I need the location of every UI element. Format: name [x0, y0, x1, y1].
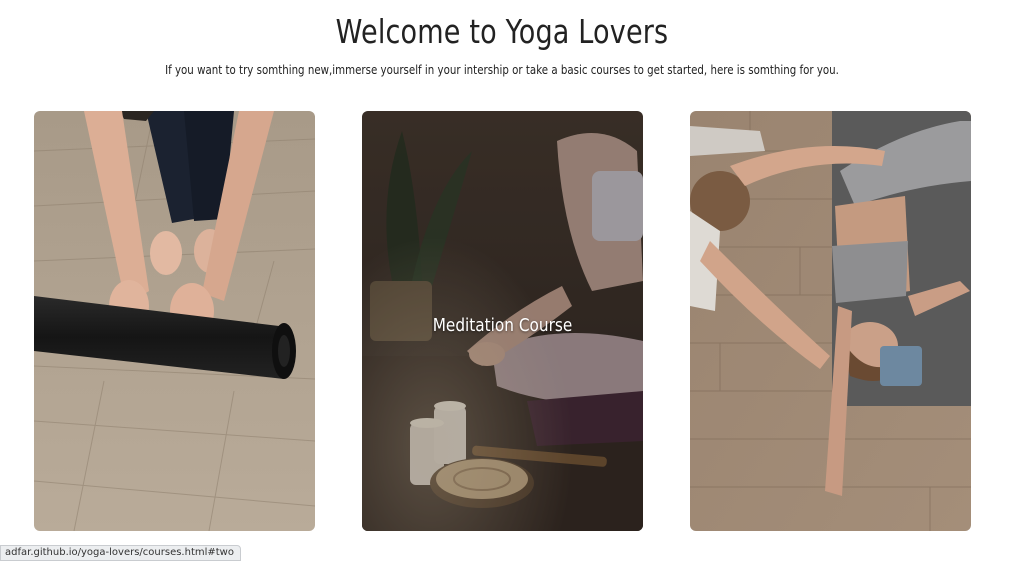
assisted-stretching-photo [690, 111, 971, 531]
status-bar-url: adfar.github.io/yoga-lovers/courses.html… [0, 545, 241, 561]
course-card-stretching[interactable] [690, 111, 971, 531]
page-title: Welcome to Yoga Lovers [335, 12, 669, 51]
course-card-yoga-mat[interactable] [34, 111, 315, 531]
page-subtitle: If you want to try somthing new,immerse … [165, 62, 839, 77]
course-card-meditation[interactable]: Meditation Course [362, 111, 643, 531]
rolling-yoga-mat-photo [34, 111, 315, 531]
meditation-candles-photo [362, 111, 643, 531]
